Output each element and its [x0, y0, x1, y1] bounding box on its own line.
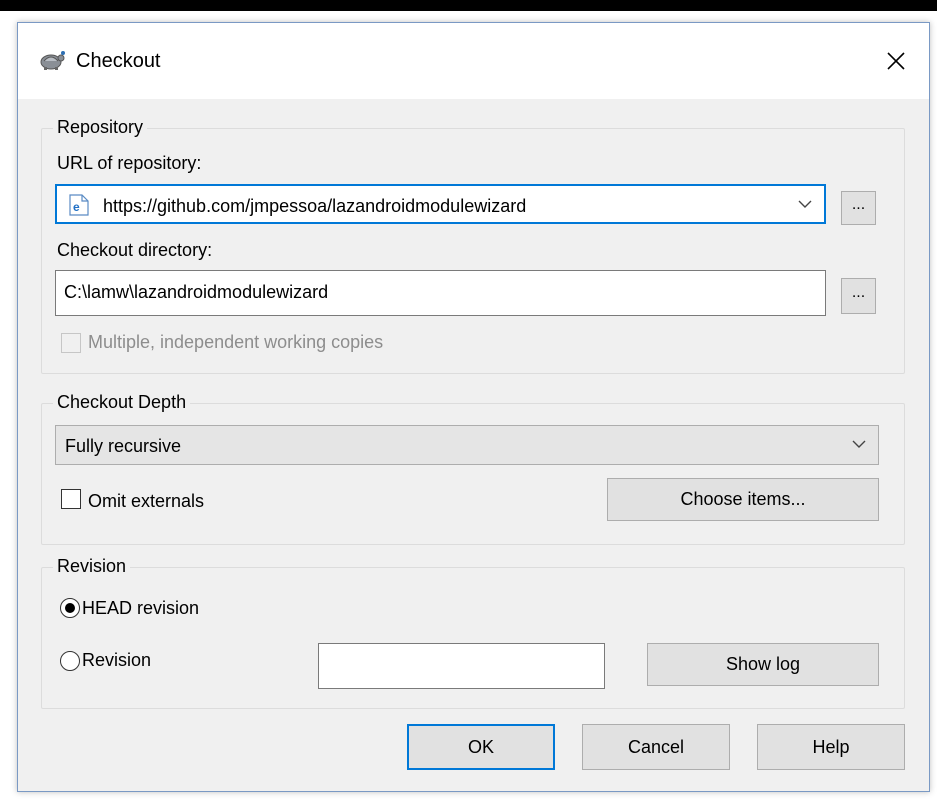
cancel-button[interactable]: Cancel [582, 724, 730, 770]
tortoisesvn-icon [40, 51, 65, 70]
omit-externals-checkbox[interactable] [61, 489, 81, 509]
ok-button[interactable]: OK [407, 724, 555, 770]
close-button[interactable] [863, 23, 929, 99]
directory-browse-label: ... [851, 284, 866, 301]
directory-browse-button[interactable]: ... [841, 278, 876, 314]
revision-label: Revision [82, 650, 152, 670]
url-browse-label: ... [851, 196, 866, 213]
close-icon [887, 52, 905, 70]
revision-input[interactable] [318, 643, 605, 689]
choose-items-button[interactable]: Choose items... [607, 478, 879, 521]
head-revision-label: HEAD revision [82, 598, 200, 618]
checkout-directory-input[interactable]: C:\lamw\lazandroidmodulewizard [55, 270, 826, 316]
url-combobox[interactable]: e https://github.com/jmpessoa/lazandroid… [55, 184, 826, 224]
checkout-depth-value: Fully recursive [65, 436, 182, 456]
show-log-button[interactable]: Show log [647, 643, 879, 686]
background-window-topbar [0, 0, 937, 11]
choose-items-label: Choose items... [680, 489, 806, 509]
dialog-title: Checkout [76, 50, 161, 72]
ok-label: OK [467, 736, 494, 757]
web-page-icon: e [69, 194, 89, 216]
checkout-depth-select[interactable]: Fully recursive [55, 425, 879, 465]
title-bar: Checkout [18, 23, 929, 99]
head-revision-radio-dot [65, 603, 75, 613]
checkout-directory-label: Checkout directory: [57, 240, 213, 260]
show-log-label: Show log [725, 654, 801, 674]
checkout-depth-group-title: Checkout Depth [53, 392, 191, 413]
url-value: https://github.com/jmpessoa/lazandroidmo… [103, 196, 527, 216]
checkout-directory-value: C:\lamw\lazandroidmodulewizard [64, 282, 329, 302]
url-browse-button[interactable]: ... [841, 191, 876, 225]
help-label: Help [812, 736, 850, 757]
head-revision-radio[interactable] [60, 598, 80, 618]
url-label: URL of repository: [57, 153, 202, 173]
revision-group-title: Revision [53, 556, 131, 577]
revision-radio[interactable] [60, 651, 80, 671]
svg-text:e: e [73, 200, 80, 214]
chevron-down-icon [852, 440, 866, 448]
multiple-copies-label: Multiple, independent working copies [88, 332, 384, 352]
checkout-dialog: Checkout Repository URL of repository: e… [17, 22, 930, 792]
omit-externals-label: Omit externals [88, 491, 205, 511]
repository-group-title: Repository [53, 117, 148, 138]
chevron-down-icon [798, 200, 812, 208]
help-button[interactable]: Help [757, 724, 905, 770]
cancel-label: Cancel [627, 736, 685, 757]
multiple-copies-checkbox[interactable] [61, 333, 81, 353]
